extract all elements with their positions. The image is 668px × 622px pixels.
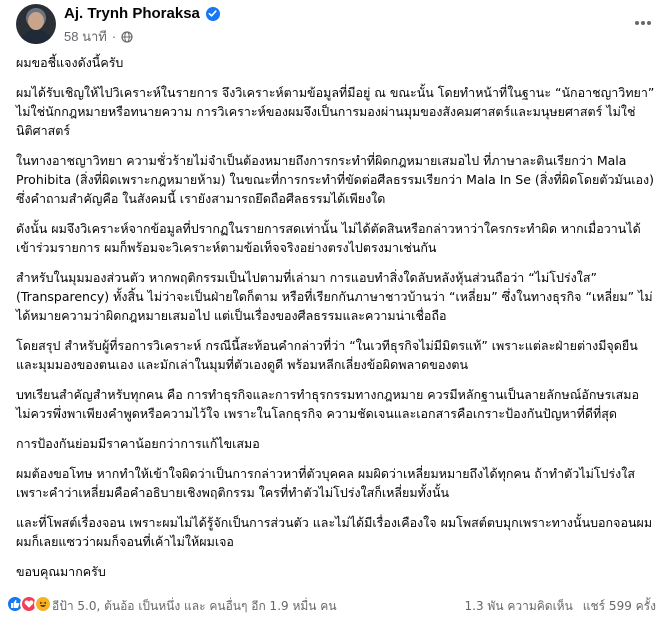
post-paragraph: บทเรียนสำคัญสำหรับทุกคน คือ การทำธุรกิจแ… (16, 387, 640, 421)
post-meta: 58 นาที · (64, 26, 133, 47)
avatar-shirt (20, 30, 52, 44)
comment-count[interactable]: 1.3 พัน ความคิดเห็น (465, 597, 573, 616)
laughing-face-icon (39, 601, 47, 607)
thumbs-up-icon (11, 600, 20, 608)
post-paragraph: ขอบคุณมากครับ (16, 564, 106, 579)
post-header: Aj. Trynh Phoraksa 58 นาที · (0, 0, 668, 50)
share-count[interactable]: แชร์ 599 ครั้ง (583, 597, 656, 616)
post-body: ผมขอชี้แจงดังนี้ครับ ผมได้รับเชิญให้ไปวิ… (16, 53, 656, 592)
post-paragraph: โดยสรุป สำหรับผู้ที่รอการวิเคราะห์ กรณีน… (16, 338, 638, 372)
heart-icon (24, 600, 34, 608)
more-options-icon (635, 21, 651, 25)
globe-icon[interactable] (121, 30, 133, 43)
meta-separator: · (111, 29, 117, 44)
post-paragraph: ดังนั้น ผมจึงวิเคราะห์จากข้อมูลที่ปรากฏใ… (16, 221, 641, 255)
post-paragraph: ผมได้รับเชิญให้ไปวิเคราะห์ในรายการ จึงวิ… (16, 85, 655, 138)
more-options-button[interactable] (632, 12, 654, 34)
avatar-face (28, 12, 44, 30)
checkmark-icon (208, 10, 217, 17)
reaction-summary[interactable]: อีป้า 5.0, ต้นอ้อ เป็นหนึ่ง และ คนอื่นๆ … (52, 597, 337, 616)
author-avatar[interactable] (16, 4, 56, 44)
post-paragraph: ในทางอาชญาวิทยา ความชั่วร้ายไม่จำเป็นต้อ… (16, 153, 655, 206)
verified-badge-icon (205, 6, 220, 21)
post-paragraph: ผมขอชี้แจงดังนี้ครับ (16, 55, 124, 70)
post-stats: 1.3 พัน ความคิดเห็น แชร์ 599 ครั้ง (465, 597, 656, 616)
author-line: Aj. Trynh Phoraksa (64, 5, 220, 22)
post-paragraph: สำหรับในมุมมองส่วนตัว หากพฤติกรรมเป็นไปต… (16, 270, 653, 323)
post-footer: อีป้า 5.0, ต้นอ้อ เป็นหนึ่ง และ คนอื่นๆ … (0, 592, 668, 618)
post-paragraph: และที่โพสต์เรื่องจอน เพราะผมไม่ได้รู้จัก… (16, 515, 653, 549)
post-timestamp[interactable]: 58 นาที (64, 26, 107, 47)
facebook-post: Aj. Trynh Phoraksa 58 นาที · ผมขอชี้แจงด… (0, 0, 668, 622)
haha-icon (34, 595, 52, 613)
author-name[interactable]: Aj. Trynh Phoraksa (64, 5, 200, 22)
reaction-icons[interactable] (6, 595, 52, 613)
post-paragraph: ผมต้องขอโทษ หากทำให้เข้าใจผิดว่าเป็นการก… (16, 466, 636, 500)
post-paragraph: การป้องกันย่อมมีราคาน้อยกว่าการแก้ไขเสมอ (16, 436, 260, 451)
